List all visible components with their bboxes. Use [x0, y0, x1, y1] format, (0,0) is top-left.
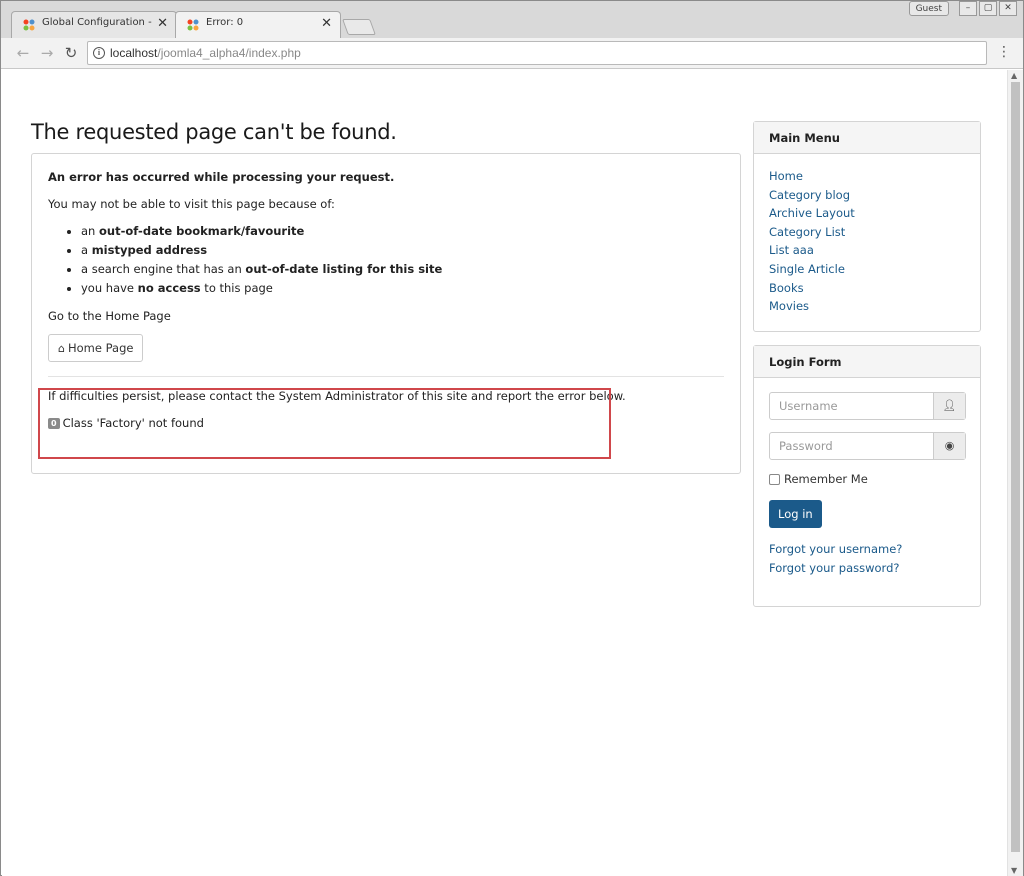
menu-item-single-article[interactable]: Single Article: [769, 260, 965, 279]
list-item: an out-of-date bookmark/favourite: [81, 224, 724, 239]
guest-badge[interactable]: Guest: [908, 1, 949, 16]
remember-checkbox[interactable]: [769, 473, 780, 485]
page-title: The requested page can't be found.: [31, 120, 397, 144]
username-field[interactable]: Username 👤︎: [769, 392, 966, 420]
url-path: /joomla4_alpha4/index.php: [157, 46, 301, 60]
scrollbar-thumb[interactable]: [1011, 82, 1020, 852]
new-tab-button[interactable]: [342, 19, 376, 35]
close-icon[interactable]: ✕: [321, 16, 332, 31]
close-window-icon[interactable]: ✕: [999, 1, 1017, 16]
maximize-icon[interactable]: ▢: [979, 1, 997, 16]
eye-icon[interactable]: ◉: [933, 433, 965, 459]
reload-icon[interactable]: ↻: [61, 43, 81, 63]
list-item: a mistyped address: [81, 243, 724, 258]
forward-arrow-icon[interactable]: →: [37, 43, 57, 63]
page-content: The requested page can't be found. An er…: [2, 70, 1008, 876]
browser-toolbar: ← → ↻ i localhost/joomla4_alpha4/index.p…: [1, 38, 1023, 69]
login-button[interactable]: Log in: [769, 500, 822, 528]
login-form-body: Username 👤︎ Password ◉ Remember Me Log i…: [754, 378, 980, 592]
tab-title: Error: 0: [206, 17, 244, 28]
main-menu-list: Home Category blog Archive Layout Catego…: [754, 154, 980, 329]
divider: [48, 376, 724, 377]
username-input[interactable]: Username: [770, 393, 933, 419]
menu-kebab-icon[interactable]: ⋮: [997, 44, 1011, 60]
scroll-up-icon[interactable]: ▲: [1011, 71, 1017, 80]
menu-item-movies[interactable]: Movies: [769, 297, 965, 316]
tab-title: Global Configuration - Joom: [42, 17, 152, 28]
url-host: localhost: [110, 46, 158, 60]
minimize-icon[interactable]: –: [959, 1, 977, 16]
error-highlight-box: [38, 388, 611, 459]
main-menu-title: Main Menu: [754, 122, 980, 154]
address-bar[interactable]: i localhost/joomla4_alpha4/index.php: [87, 41, 987, 65]
scroll-down-icon[interactable]: ▼: [1011, 866, 1017, 875]
joomla-icon: [23, 19, 35, 31]
error-card: An error has occurred while processing y…: [31, 153, 741, 474]
window-controls: Guest – ▢ ✕: [908, 1, 1017, 16]
login-form-card: Login Form Username 👤︎ Password ◉ Rememb…: [753, 345, 981, 607]
reasons-list: an out-of-date bookmark/favourite a mist…: [81, 224, 724, 296]
user-icon: 👤︎: [933, 393, 965, 419]
forgot-password-link[interactable]: Forgot your password?: [769, 559, 965, 578]
home-icon: ⌂: [58, 342, 65, 355]
menu-item-archive-layout[interactable]: Archive Layout: [769, 204, 965, 223]
error-intro: An error has occurred while processing y…: [48, 170, 395, 184]
close-icon[interactable]: ✕: [157, 16, 168, 31]
menu-item-category-blog[interactable]: Category blog: [769, 186, 965, 205]
menu-item-category-list[interactable]: Category List: [769, 223, 965, 242]
tab-strip: Global Configuration - Joom ✕ Error: 0 ✕…: [1, 1, 1023, 38]
menu-item-list-aaa[interactable]: List aaa: [769, 241, 965, 260]
home-page-button[interactable]: ⌂ Home Page: [48, 334, 144, 362]
list-item: a search engine that has an out-of-date …: [81, 262, 724, 277]
vertical-scrollbar[interactable]: ▲ ▼: [1007, 70, 1023, 876]
remember-me[interactable]: Remember Me: [769, 472, 965, 486]
login-form-title: Login Form: [754, 346, 980, 378]
tab-error[interactable]: Error: 0 ✕: [175, 11, 341, 38]
info-icon[interactable]: i: [93, 47, 105, 59]
menu-item-home[interactable]: Home: [769, 167, 965, 186]
forgot-username-link[interactable]: Forgot your username?: [769, 540, 965, 559]
browser-window: Global Configuration - Joom ✕ Error: 0 ✕…: [0, 0, 1024, 876]
remember-label: Remember Me: [784, 472, 868, 486]
menu-item-books[interactable]: Books: [769, 279, 965, 298]
tab-global-configuration[interactable]: Global Configuration - Joom ✕: [11, 11, 177, 38]
list-item: you have no access to this page: [81, 281, 724, 296]
joomla-icon: [187, 19, 199, 31]
password-input[interactable]: Password: [770, 433, 933, 459]
reasons-intro: You may not be able to visit this page b…: [48, 197, 335, 211]
back-arrow-icon[interactable]: ←: [13, 43, 33, 63]
password-field[interactable]: Password ◉: [769, 432, 966, 460]
forgot-links: Forgot your username? Forgot your passwo…: [769, 540, 965, 578]
go-home-text: Go to the Home Page: [48, 309, 171, 323]
main-menu-card: Main Menu Home Category blog Archive Lay…: [753, 121, 981, 332]
